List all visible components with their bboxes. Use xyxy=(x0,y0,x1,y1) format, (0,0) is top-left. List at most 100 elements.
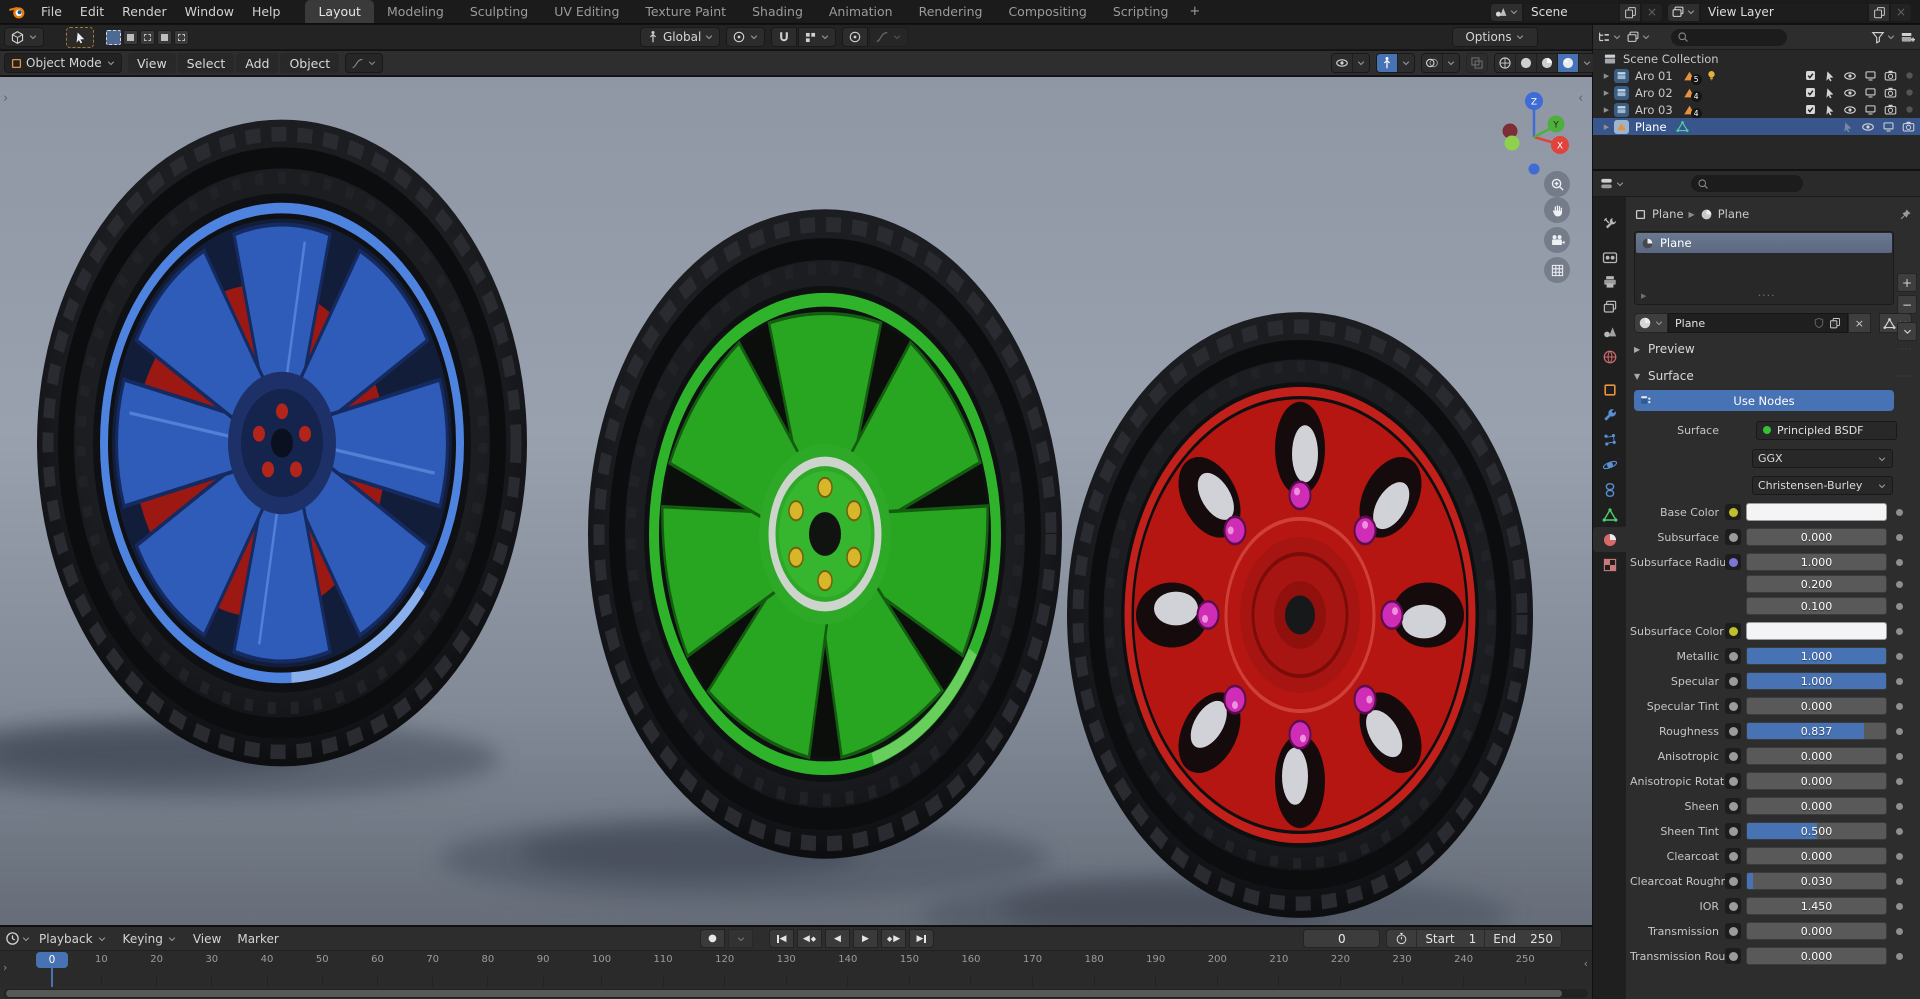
wheel-red[interactable] xyxy=(1067,312,1533,918)
workspace-tab[interactable]: Modeling xyxy=(374,0,457,23)
outliner-scope-dropdown[interactable] xyxy=(1626,30,1651,44)
timeline-menu-item[interactable]: Keying xyxy=(115,932,185,946)
shading-solid-button[interactable] xyxy=(1516,54,1537,72)
current-frame-field[interactable]: 0 xyxy=(1303,929,1381,948)
disable-render-toggle[interactable] xyxy=(1884,69,1897,82)
current-frame-badge[interactable]: 0 xyxy=(36,952,68,968)
toolbar-expand-arrow[interactable]: › xyxy=(3,91,8,106)
disable-viewports-toggle[interactable] xyxy=(1882,120,1895,133)
value-slider[interactable]: 0.000 xyxy=(1746,922,1887,940)
tab-scene[interactable] xyxy=(1593,319,1626,344)
value-slider[interactable]: 0.200 xyxy=(1746,575,1887,593)
outliner-filter-dropdown[interactable] xyxy=(1871,30,1896,44)
keyframe-dot[interactable] xyxy=(1896,580,1903,588)
tab-material[interactable] xyxy=(1593,527,1626,552)
keyframe-dot[interactable] xyxy=(1896,627,1903,635)
disable-render-toggle[interactable] xyxy=(1884,86,1897,99)
tab-view-layer[interactable] xyxy=(1593,294,1626,319)
overlays-toggle[interactable] xyxy=(1422,54,1443,72)
keyframe-dot[interactable] xyxy=(1896,952,1903,960)
keyframe-dot[interactable] xyxy=(1896,852,1903,860)
disable-viewports-toggle[interactable] xyxy=(1864,103,1877,116)
input-socket-button[interactable] xyxy=(1725,873,1741,889)
holdout-toggle[interactable] xyxy=(1904,104,1915,115)
keyframe-dot[interactable] xyxy=(1896,827,1903,835)
tab-output[interactable] xyxy=(1593,269,1626,294)
add-material-slot-button[interactable]: + xyxy=(1897,273,1917,292)
transform-orientation-dropdown[interactable]: Global xyxy=(640,27,721,47)
value-slider[interactable]: 0.030 xyxy=(1746,872,1887,890)
panel-surface[interactable]: ▼ Surface ···· xyxy=(1626,365,1920,387)
new-collection-button[interactable] xyxy=(1900,29,1916,45)
axis-neg-y[interactable] xyxy=(1504,135,1520,151)
tab-particles[interactable] xyxy=(1593,427,1626,452)
properties-editor-type-button[interactable] xyxy=(1599,176,1625,191)
value-slider[interactable]: 0.500 xyxy=(1746,822,1887,840)
exclude-checkbox[interactable] xyxy=(1804,86,1817,99)
disable-viewports-toggle[interactable] xyxy=(1864,86,1877,99)
proportional-editing-toggle[interactable] xyxy=(842,27,869,47)
gizmo-toggle[interactable] xyxy=(1377,54,1398,72)
wheel-green[interactable] xyxy=(588,209,1062,859)
axis-neg-z[interactable] xyxy=(1528,163,1540,175)
scene-unlink-button[interactable]: × xyxy=(1641,2,1663,22)
keyframe-dot[interactable] xyxy=(1896,877,1903,885)
workspace-tab[interactable]: Rendering xyxy=(906,0,996,23)
tab-object[interactable] xyxy=(1593,377,1626,402)
timeline-ruler[interactable]: 10 20 30 40 50 60 70 80 90 100 110 120 130 140 150 160 1… xyxy=(0,951,1592,987)
value-slider[interactable]: 1.000 xyxy=(1746,553,1887,571)
value-slider[interactable]: 0.000 xyxy=(1746,528,1887,546)
keyframe-dot[interactable] xyxy=(1896,702,1903,710)
camera-view-button[interactable] xyxy=(1544,227,1570,253)
value-slider[interactable]: 1.450 xyxy=(1746,897,1887,915)
shading-material-button[interactable] xyxy=(1537,54,1558,72)
next-keyframe-button[interactable]: ◆ ▶ xyxy=(881,929,906,948)
input-socket-button[interactable] xyxy=(1725,673,1741,689)
playhead[interactable] xyxy=(51,968,53,987)
view-layer-browse-button[interactable] xyxy=(1667,2,1700,22)
hide-viewport-toggle[interactable] xyxy=(1843,86,1857,100)
input-socket-button[interactable] xyxy=(1725,504,1741,520)
outliner-search-input[interactable] xyxy=(1671,28,1787,46)
editor-type-button[interactable] xyxy=(4,27,44,47)
workspace-tab[interactable]: Texture Paint xyxy=(632,0,739,23)
material-slot[interactable]: Plane xyxy=(1636,233,1892,253)
remove-material-slot-button[interactable]: − xyxy=(1897,295,1917,314)
disclosure-icon[interactable]: ▶ xyxy=(1599,123,1614,131)
keyframe-dot[interactable] xyxy=(1896,677,1903,685)
workspace-tab[interactable]: UV Editing xyxy=(541,0,632,23)
hide-viewport-toggle[interactable] xyxy=(1861,120,1875,134)
exclude-checkbox[interactable] xyxy=(1804,103,1817,116)
scene-browse-button[interactable] xyxy=(1490,2,1523,22)
tab-world[interactable] xyxy=(1593,344,1626,369)
unlink-material-button[interactable]: × xyxy=(1847,313,1871,333)
value-slider[interactable]: 0.000 xyxy=(1746,797,1887,815)
selectable-toggle[interactable] xyxy=(1824,87,1836,99)
value-slider[interactable]: 0.000 xyxy=(1746,772,1887,790)
fake-user-shield-icon[interactable] xyxy=(1813,317,1825,329)
object-visibility-dropdown[interactable] xyxy=(1331,53,1370,73)
material-name-field[interactable]: Plane xyxy=(1668,313,1848,333)
frame-end-field[interactable]: End 250 xyxy=(1485,930,1561,947)
keyframe-dot[interactable] xyxy=(1896,652,1903,660)
view-layer-remove-button[interactable]: × xyxy=(1890,2,1912,22)
topbar-menu-item[interactable]: Edit xyxy=(71,4,113,19)
select-mode-subtract[interactable] xyxy=(140,30,155,45)
timeline-menu-item[interactable]: Playback xyxy=(31,932,115,946)
use-preview-range-button[interactable] xyxy=(1387,930,1418,947)
disable-render-toggle[interactable] xyxy=(1902,120,1915,133)
blender-logo-icon[interactable] xyxy=(0,3,32,21)
snap-settings-dropdown[interactable] xyxy=(798,27,837,47)
keyframe-dot[interactable] xyxy=(1896,508,1903,516)
outliner-row[interactable]: ▶ Plane xyxy=(1593,118,1920,135)
scene-new-button[interactable] xyxy=(1619,2,1641,22)
keyframe-dot[interactable] xyxy=(1896,752,1903,760)
properties-search-input[interactable] xyxy=(1691,175,1803,192)
distribution-dropdown[interactable]: GGX xyxy=(1752,449,1893,468)
input-socket-button[interactable] xyxy=(1725,748,1741,764)
overlays-dropdown[interactable] xyxy=(1443,54,1459,72)
keyframe-dot[interactable] xyxy=(1896,727,1903,735)
keyframe-dot[interactable] xyxy=(1896,533,1903,541)
tab-object-data[interactable] xyxy=(1593,502,1626,527)
scene-name-field[interactable]: Scene xyxy=(1523,2,1619,22)
